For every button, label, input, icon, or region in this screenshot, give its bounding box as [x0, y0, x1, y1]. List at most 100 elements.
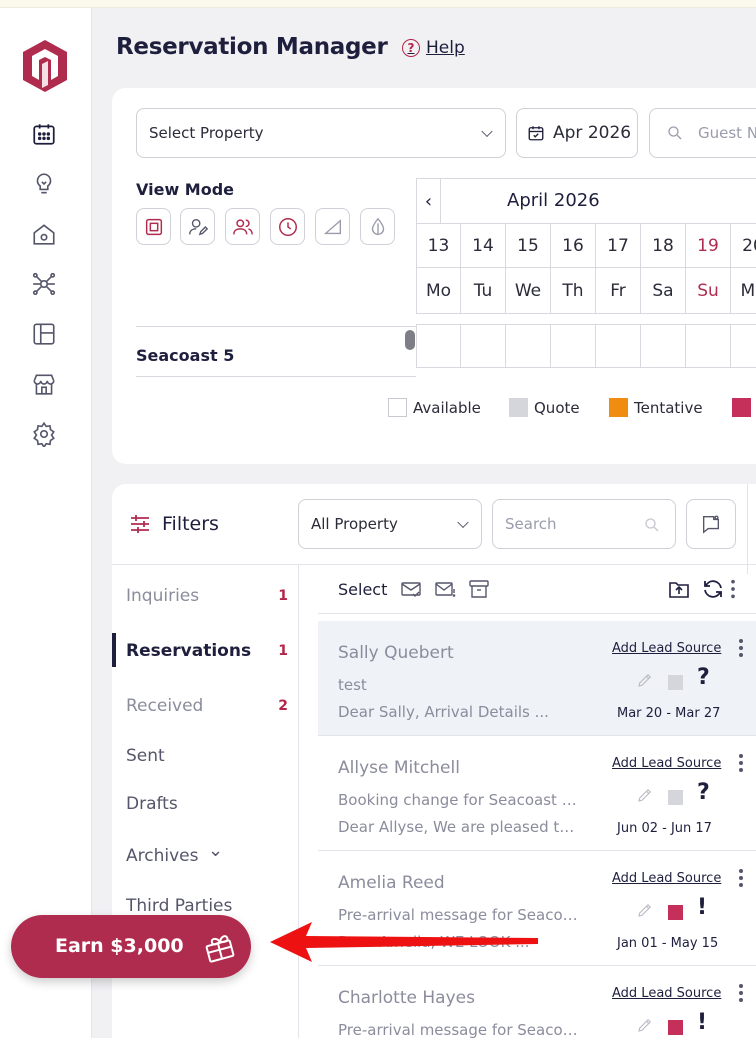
legend-quote: Quote — [509, 398, 580, 417]
folder-label: Sent — [126, 746, 165, 766]
more-vertical-icon[interactable] — [738, 754, 744, 772]
view-mode-unit-button[interactable] — [136, 208, 171, 245]
view-mode-guests-button[interactable] — [225, 208, 260, 245]
availability-cell[interactable] — [686, 324, 731, 368]
more-vertical-icon[interactable] — [738, 639, 744, 657]
view-mode-owner-button[interactable] — [180, 208, 215, 245]
row-divider — [136, 376, 416, 377]
more-vertical-icon[interactable] — [738, 869, 744, 887]
message-subject: Booking change for Seacoast 6 ... — [338, 791, 582, 809]
guest-name: Sally Quebert — [338, 643, 454, 663]
view-mode-triangle-button[interactable] — [315, 208, 350, 245]
lightbulb-icon[interactable] — [28, 168, 60, 200]
property-select[interactable]: Select Property — [136, 108, 506, 158]
chevron-left-icon[interactable]: ‹ — [417, 179, 441, 223]
calendar-day-weekday: We — [506, 268, 551, 314]
message-row[interactable]: Charlotte Hayes Pre-arrival message for S… — [318, 966, 756, 1038]
guest-name: Allyse Mitchell — [338, 758, 460, 778]
refresh-icon[interactable] — [700, 576, 726, 602]
folder-archives[interactable]: Archives ⌄ — [126, 840, 288, 866]
calendar-day-weekday: Mo — [731, 268, 756, 314]
message-row[interactable]: Sally Quebert test Dear Sally, Arrival Det… — [318, 621, 756, 736]
help-label: Help — [426, 38, 465, 58]
pencil-icon[interactable] — [636, 901, 654, 919]
folder-label: Received — [126, 696, 204, 716]
question-circle-icon: ? — [402, 39, 420, 57]
folder-inquiries[interactable]: Inquiries 1 — [126, 586, 288, 606]
legend-swatch — [732, 398, 751, 417]
availability-cell[interactable] — [596, 324, 641, 368]
mail-alert-icon[interactable] — [432, 576, 458, 602]
earn-referral-button[interactable]: Earn $3,000 — [11, 915, 251, 978]
search-icon — [668, 126, 682, 140]
mail-check-icon[interactable] — [398, 576, 424, 602]
message-row[interactable]: Allyse Mitchell Booking change for Seacoa… — [318, 736, 756, 851]
calendar-icon[interactable] — [28, 118, 60, 150]
new-message-button[interactable] — [686, 499, 736, 549]
stay-dates: Jun 02 - Jun 17 — [617, 821, 712, 836]
view-mode-time-button[interactable] — [270, 208, 305, 245]
stay-dates: Jan 01 - May 15 — [617, 936, 719, 951]
folder-upload-icon[interactable] — [666, 576, 692, 602]
view-mode-drop-button[interactable] — [360, 208, 395, 245]
calendar-month-label: April 2026 — [507, 190, 600, 211]
status-mark: ? — [697, 665, 710, 690]
folder-third-parties[interactable]: Third Parties — [126, 896, 288, 916]
property-filter-select[interactable]: All Property — [298, 499, 482, 549]
gift-icon — [205, 935, 235, 963]
availability-cell[interactable] — [551, 324, 596, 368]
availability-cell[interactable] — [731, 324, 756, 368]
message-search-input[interactable]: Search — [492, 499, 676, 549]
chevron-down-icon — [481, 125, 493, 138]
more-vertical-icon[interactable] — [738, 984, 744, 1002]
chat-add-icon — [702, 515, 720, 534]
status-swatch — [668, 790, 683, 805]
pencil-icon[interactable] — [636, 671, 654, 689]
divider — [298, 564, 299, 1038]
calendar-check-icon — [528, 126, 544, 141]
month-picker-button[interactable]: Apr 2026 — [516, 108, 638, 158]
legend-swatch — [388, 398, 407, 417]
more-vertical-icon[interactable] — [726, 576, 740, 602]
pencil-icon[interactable] — [636, 1016, 654, 1034]
calendar-day-weekday: Th — [551, 268, 596, 314]
property-row-label: Seacoast 5 — [136, 346, 235, 365]
message-subject: test — [338, 676, 367, 694]
network-icon[interactable] — [28, 268, 60, 300]
sliders-icon — [131, 515, 149, 533]
folder-sent[interactable]: Sent — [126, 746, 288, 766]
availability-cell[interactable] — [506, 324, 551, 368]
property-select-value: Select Property — [149, 124, 264, 142]
filters-header[interactable]: Filters — [128, 512, 219, 536]
calendar-day-number: 20 — [731, 224, 756, 268]
availability-cell[interactable] — [416, 324, 461, 368]
archive-icon[interactable] — [466, 576, 492, 602]
layout-icon[interactable] — [28, 318, 60, 350]
divider — [747, 484, 748, 574]
scroll-handle[interactable] — [405, 330, 415, 350]
add-lead-source-link[interactable]: Add Lead Source — [612, 986, 721, 1001]
folder-received[interactable]: Received 2 — [126, 696, 288, 716]
folder-drafts[interactable]: Drafts — [126, 794, 288, 814]
guest-search-input[interactable]: Guest N — [649, 108, 756, 158]
chevron-down-icon: ⌄ — [208, 840, 224, 861]
home-gear-icon[interactable] — [28, 218, 60, 250]
availability-cell[interactable] — [461, 324, 506, 368]
folder-reservations[interactable]: Reservations 1 — [126, 641, 288, 661]
folder-label: Inquiries — [126, 586, 200, 606]
pencil-icon[interactable] — [636, 786, 654, 804]
select-all-button[interactable]: Select — [338, 580, 387, 599]
add-lead-source-link[interactable]: Add Lead Source — [612, 756, 721, 771]
calendar-card: Select Property Apr 2026 Guest N View Mo… — [112, 88, 756, 464]
settings-icon[interactable] — [28, 418, 60, 450]
drop-icon — [371, 217, 384, 235]
store-icon[interactable] — [28, 368, 60, 400]
help-link[interactable]: ? Help — [402, 38, 465, 58]
availability-cell[interactable] — [641, 324, 686, 368]
calendar-day-weekday: Sa — [641, 268, 686, 314]
status-swatch — [668, 1020, 683, 1035]
add-lead-source-link[interactable]: Add Lead Source — [612, 871, 721, 886]
message-search-placeholder: Search — [505, 515, 557, 533]
guest-name: Charlotte Hayes — [338, 988, 475, 1008]
add-lead-source-link[interactable]: Add Lead Source — [612, 641, 721, 656]
